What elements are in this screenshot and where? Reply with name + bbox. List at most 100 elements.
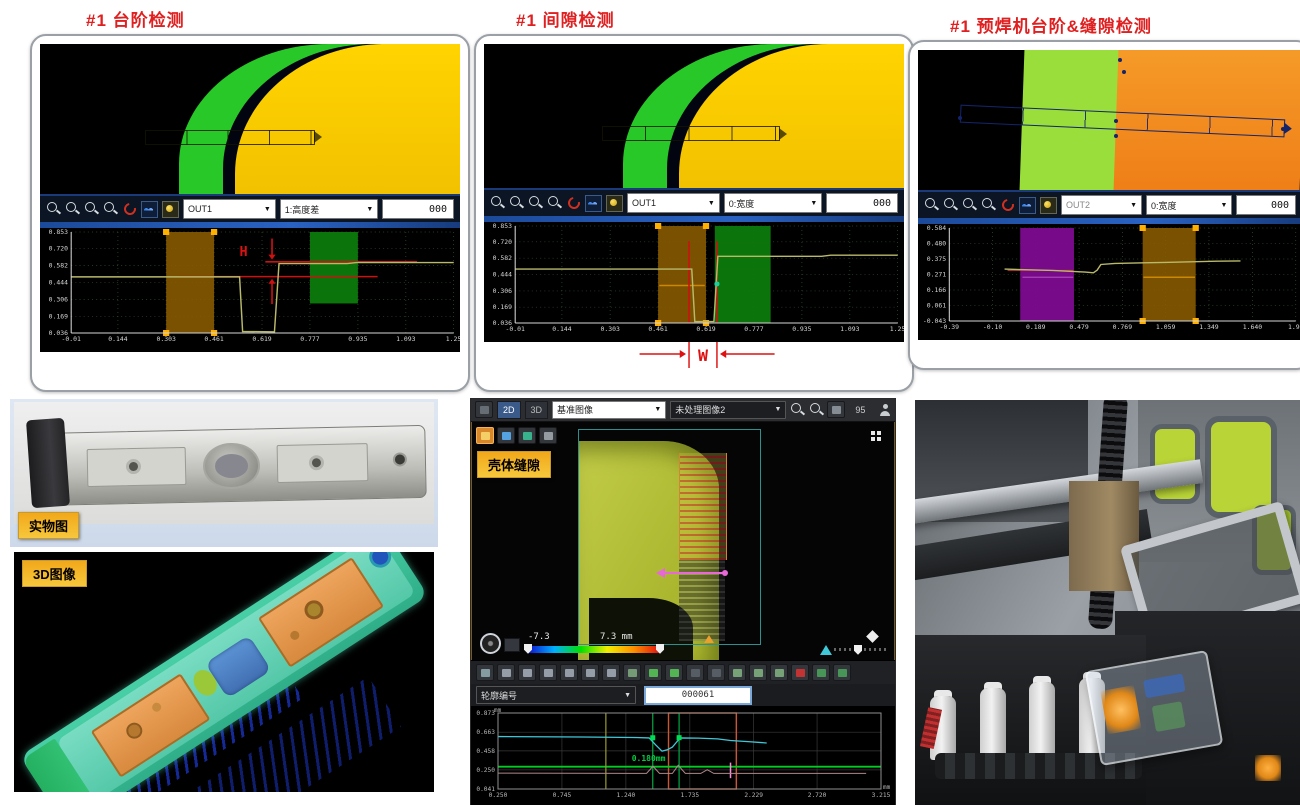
grid-icon[interactable] [623,664,641,681]
handle-point[interactable] [1114,119,1118,123]
list-view-icon[interactable] [475,401,493,418]
profile-chart[interactable]: 0.8530.7200.5820.4440.3060.1690.036-0.01… [484,216,904,342]
position-icon[interactable] [539,427,557,444]
processed-image-select[interactable]: 未处理图像2▼ [670,401,786,419]
svg-text:0.306: 0.306 [49,297,69,304]
photo-label: 实物图 [18,512,79,539]
zoom-out-icon[interactable] [65,201,80,216]
refresh-icon[interactable] [566,195,581,210]
measure-tool-box[interactable] [145,130,315,145]
mode-select-value: 1:高度差 [285,203,320,216]
output-settings-icon[interactable] [1040,197,1057,214]
drag-handle-icon[interactable] [871,431,881,441]
palette-icon[interactable] [504,638,520,652]
threshold-input[interactable]: 000 [826,193,898,213]
profile-chart[interactable]: H0.8530.7200.5820.4440.3060.1690.036-0.0… [40,222,460,352]
output-settings-icon[interactable] [606,195,623,212]
target-icon[interactable] [480,633,501,654]
profile-icon[interactable] [1019,197,1036,214]
zoom-region-icon[interactable] [962,197,977,212]
svg-text:0.306: 0.306 [493,288,513,295]
svg-text:1.93: 1.93 [1288,324,1300,331]
height-map-image [484,44,904,188]
svg-text:0.935: 0.935 [792,326,812,333]
height-colorbar[interactable] [528,646,660,653]
zoom-in-icon[interactable] [490,195,505,210]
profile-icon[interactable] [141,201,158,218]
snapshot-icon[interactable] [833,664,851,681]
svg-text:H: H [240,245,248,260]
zoom-fit-icon[interactable] [981,197,996,212]
fit-screen-icon[interactable] [827,401,845,418]
zoom-region-icon[interactable] [84,201,99,216]
output-select[interactable]: OUT2▼ [1061,195,1142,215]
scale-max-label: 7.3 mm [600,632,633,642]
toolbar-icons [490,195,623,212]
svg-text:0.479: 0.479 [1069,324,1089,331]
zoom-in-icon[interactable] [924,197,939,212]
pan-icon[interactable] [581,664,599,681]
measure-tool-box[interactable] [602,126,780,141]
zoom-out-icon[interactable] [809,402,823,417]
gap-profile-chart[interactable]: 0.180mm0.8730.6630.4580.2500.0410.2500.7… [471,706,895,805]
rotate-left-icon[interactable] [539,664,557,681]
mode-select[interactable]: 0:宽度▼ [724,193,823,213]
chevron-down-icon: ▼ [708,200,715,207]
layers-icon[interactable] [665,664,683,681]
refresh-icon[interactable] [1000,197,1015,212]
user-icon[interactable] [879,404,891,416]
handle-point[interactable] [1281,127,1285,131]
step-profile-plot: H0.8530.7200.5820.4440.3060.1690.036-0.0… [40,228,460,346]
roi-icon[interactable] [476,664,494,681]
output-settings-icon[interactable] [162,201,179,218]
profile-no-select[interactable]: 轮廓编号▼ [476,686,636,704]
reference-image-select[interactable]: 基准图像▼ [552,401,666,419]
zoom-out-icon[interactable] [509,195,524,210]
zoom-fit-icon[interactable] [103,201,118,216]
3d-view-icon[interactable] [518,427,536,444]
svg-text:0.166: 0.166 [927,287,947,294]
slider-diamond[interactable] [866,630,879,643]
chevron-down-icon: ▼ [1130,202,1137,209]
output-select[interactable]: OUT1▼ [183,199,276,219]
threshold-input[interactable]: 000 [382,199,454,219]
zoom-region-icon[interactable] [528,195,543,210]
mode-select[interactable]: 0:宽度▼ [1146,195,1232,215]
chevron-down-icon: ▼ [264,206,271,213]
profile-no-input[interactable]: 000061 [644,686,752,705]
profile-icon[interactable] [585,195,602,212]
refresh-icon[interactable] [122,201,137,216]
threshold-input[interactable]: 000 [1236,195,1296,215]
compare-icon[interactable] [644,664,662,681]
marker-icon[interactable] [686,664,704,681]
slider-handle[interactable] [854,645,862,655]
zoom-out-icon[interactable] [518,664,536,681]
height-image-icon[interactable] [476,427,494,444]
zoom-in-icon[interactable] [497,664,515,681]
export-icon[interactable] [812,664,830,681]
svg-text:3.215: 3.215 [872,792,891,799]
svg-text:0.144: 0.144 [552,326,572,333]
stats-icon[interactable] [749,664,767,681]
handle-point[interactable] [1114,134,1118,138]
mode-select[interactable]: 1:高度差▼ [280,199,379,219]
ruler-icon[interactable] [602,664,620,681]
rotate-right-icon[interactable] [560,664,578,681]
svg-text:0.777: 0.777 [744,326,764,333]
profile-chart[interactable]: 0.5840.4800.3750.2710.1660.061-0.043-0.3… [918,218,1300,340]
output-select[interactable]: OUT1▼ [627,193,720,213]
tab-2d[interactable]: 2D [497,401,521,419]
tab-3d[interactable]: 3D [525,401,549,419]
zoom-out-icon[interactable] [943,197,958,212]
zoom-in-icon[interactable] [790,402,804,417]
measure-toolbar-icons [471,660,895,685]
real-photo-panel: 实物图 [10,399,438,547]
record-icon[interactable] [791,664,809,681]
crop-icon[interactable] [707,664,725,681]
roi-box[interactable] [578,429,761,645]
select-icon[interactable] [728,664,746,681]
zoom-in-icon[interactable] [46,201,61,216]
zoom-fit-icon[interactable] [547,195,562,210]
profile-icon[interactable] [770,664,788,681]
profile-graph-icon[interactable] [497,427,515,444]
